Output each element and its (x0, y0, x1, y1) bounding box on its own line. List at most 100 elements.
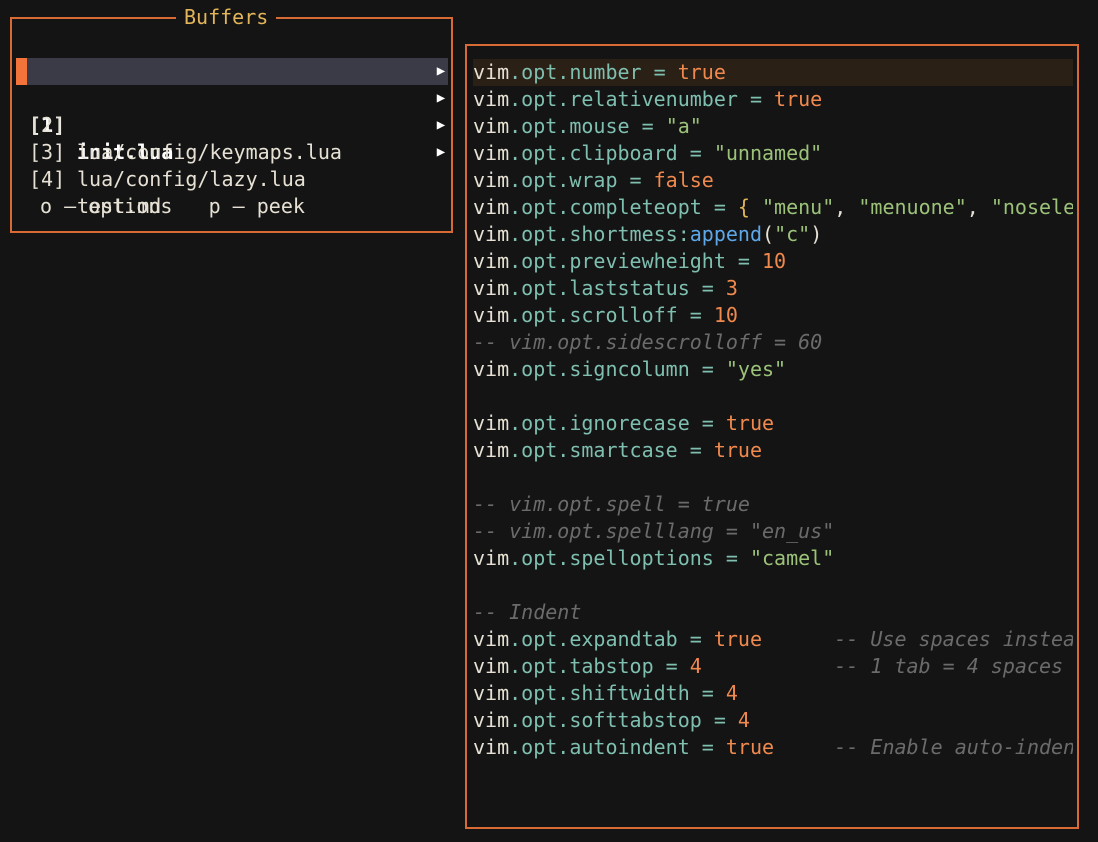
code-token: -- vim.opt.sidescrolloff = 60 (473, 330, 823, 354)
code-line: -- vim.opt.spelllang = "en_us" (473, 518, 1073, 545)
buffer-number: [4] (29, 167, 66, 191)
code-token: . (509, 168, 522, 192)
code-token: -- Enable auto-inden (834, 735, 1073, 759)
code-token: : (677, 222, 690, 246)
code-token: , (834, 195, 859, 219)
code-token: . (557, 114, 570, 138)
code-token: . (557, 438, 570, 462)
code-token: completeopt (569, 195, 702, 219)
code-token: . (509, 735, 522, 759)
code-token: , (966, 195, 991, 219)
code-line: vim.opt.wrap = false (473, 167, 1073, 194)
code-token: vim (473, 411, 510, 435)
code-token: . (509, 303, 522, 327)
code-token: shortmess (569, 222, 678, 246)
code-token: = (689, 681, 726, 705)
buffer-item-test-md[interactable]: [4] test.md ▶ (16, 139, 448, 218)
buffer-item-lazy-lua[interactable]: [3] lua/config/lazy.lua ▶ (16, 112, 448, 191)
code-token: vim (473, 141, 510, 165)
code-token: . (557, 708, 570, 732)
code-token: vim (473, 222, 510, 246)
code-token: . (509, 60, 522, 84)
code-token: = (653, 654, 690, 678)
code-token: "c" (774, 222, 811, 246)
code-token: vim (473, 438, 510, 462)
code-line: vim.opt.clipboard = "unnamed" (473, 140, 1073, 167)
code-line: -- vim.opt.spell = true (473, 491, 1073, 518)
code-token: = (689, 357, 726, 381)
code-token: = (677, 141, 714, 165)
code-token: . (557, 168, 570, 192)
code-token: false (653, 168, 714, 192)
buffer-name: lua/config/lazy.lua (77, 167, 306, 191)
code-token: . (557, 735, 570, 759)
code-token: vim (473, 114, 510, 138)
code-line: -- vim.opt.sidescrolloff = 60 (473, 329, 1073, 356)
code-line: vim.opt.number = true (473, 59, 1073, 86)
code-token: "camel" (749, 546, 835, 570)
code-token: 4 (689, 654, 702, 678)
code-token: append (689, 222, 763, 246)
code-token: expandtab (569, 627, 678, 651)
code-token: . (509, 438, 522, 462)
code-token: smartcase (569, 438, 678, 462)
code-token: laststatus (569, 276, 690, 300)
code-token: vim (473, 735, 510, 759)
code-token: true (774, 87, 823, 111)
code-token: . (557, 681, 570, 705)
code-token: signcolumn (569, 357, 690, 381)
buffer-preview[interactable]: vim.opt.number = true vim.opt.relativenum… (465, 44, 1079, 829)
code-token: opt (521, 357, 558, 381)
code-token: shiftwidth (569, 681, 690, 705)
code-token: tabstop (569, 654, 654, 678)
code-token: 4 (737, 708, 750, 732)
code-token: . (509, 708, 522, 732)
code-token: opt (521, 168, 558, 192)
code-token: -- Indent (473, 600, 582, 624)
code-token: 3 (725, 276, 738, 300)
code-token: . (557, 411, 570, 435)
code-token: vim (473, 276, 510, 300)
code-token: vim (473, 357, 510, 381)
code-token: . (557, 627, 570, 651)
code-token: vim (473, 546, 510, 570)
code-view: vim.opt.number = true vim.opt.relativenum… (473, 59, 1073, 761)
code-token: . (509, 249, 522, 273)
code-token: = (617, 168, 654, 192)
code-token: vim (473, 303, 510, 327)
code-line: vim.opt.softtabstop = 4 (473, 707, 1073, 734)
buffer-item-keymaps-lua[interactable]: [2] lua/config/keymaps.lua ▶ (16, 85, 448, 164)
code-token: clipboard (569, 141, 678, 165)
code-line: vim.opt.smartcase = true (473, 437, 1073, 464)
arrow-right-icon: ▶ (436, 90, 446, 106)
code-token: vim (473, 708, 510, 732)
code-token: 4 (725, 681, 738, 705)
code-token: = (689, 411, 726, 435)
code-token: . (509, 141, 522, 165)
code-token: -- 1 tab = 4 spaces (834, 654, 1064, 678)
code-token: opt (521, 195, 558, 219)
buffer-item-init-lua[interactable]: [1] init.lua ▶ (16, 58, 448, 164)
code-line: vim.opt.shiftwidth = 4 (473, 680, 1073, 707)
code-token: . (557, 249, 570, 273)
code-token: -- Use spaces instea (834, 627, 1073, 651)
code-token: ( (762, 222, 775, 246)
code-token: vim (473, 681, 510, 705)
code-token: . (557, 60, 570, 84)
code-token: opt (521, 708, 558, 732)
code-token: true (725, 411, 775, 435)
code-token: scrolloff (569, 303, 678, 327)
code-token: opt (521, 141, 558, 165)
code-line: vim.opt.scrolloff = 10 (473, 302, 1073, 329)
code-token: vim (473, 249, 510, 273)
code-token: opt (521, 276, 558, 300)
code-line: vim.opt.shortmess:append("c") (473, 221, 1073, 248)
code-token: = (713, 546, 750, 570)
code-token: "yes" (725, 357, 787, 381)
code-token: = (737, 87, 775, 111)
code-token: 10 (713, 303, 738, 327)
code-token: relativenumber (569, 87, 738, 111)
